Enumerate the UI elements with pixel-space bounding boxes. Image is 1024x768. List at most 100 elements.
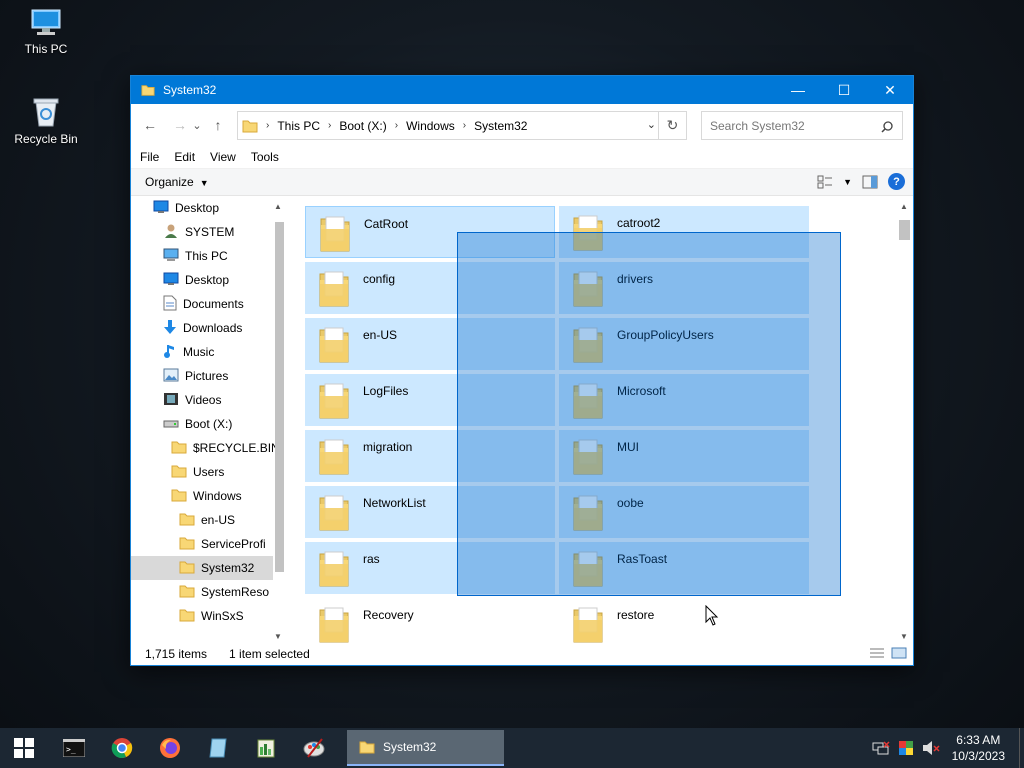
taskbar-cmd[interactable]: >_	[50, 728, 98, 768]
folder-icon	[317, 548, 351, 591]
maximize-button[interactable]: ☐	[821, 76, 867, 104]
scroll-down-icon[interactable]: ▼	[900, 632, 908, 641]
folder-item[interactable]: Recovery	[305, 598, 555, 643]
file-list-scrollbar[interactable]: ▲ ▼	[896, 202, 913, 643]
chevron-down-icon[interactable]: ⌄	[647, 118, 656, 131]
nav-item-serviceprofi[interactable]: ServiceProfi	[179, 532, 266, 556]
scrollbar-thumb[interactable]	[275, 222, 284, 572]
breadcrumb-system32[interactable]: System32	[468, 119, 533, 133]
nav-item-label: SystemReso	[201, 585, 270, 599]
preview-pane-icon[interactable]	[862, 175, 878, 189]
folder-item[interactable]: ras	[305, 542, 555, 594]
nav-item-label: Windows	[193, 489, 242, 503]
nav-item-boot-x[interactable]: Boot (X:)	[163, 412, 232, 436]
folder-item[interactable]: oobe	[559, 486, 809, 538]
nav-item-label: Documents	[183, 297, 244, 311]
folder-name: CatRoot	[364, 217, 409, 231]
taskbar: >_ System32 6:33 AM 10/3/2023	[0, 728, 1024, 768]
nav-item-en-us[interactable]: en-US	[179, 508, 235, 532]
help-icon[interactable]: ?	[888, 173, 905, 190]
taskbar-paint[interactable]	[290, 728, 338, 768]
nav-item-windows[interactable]: Windows	[171, 484, 242, 508]
folder-item[interactable]: migration	[305, 430, 555, 482]
breadcrumb-this-pc[interactable]: This PC	[271, 119, 326, 133]
address-bar[interactable]: › This PC › Boot (X:) › Windows › System…	[237, 111, 687, 140]
start-button[interactable]	[0, 728, 48, 768]
folder-item[interactable]: NetworkList	[305, 486, 555, 538]
breadcrumb-separator[interactable]: ›	[393, 120, 400, 131]
network-icon[interactable]	[872, 740, 890, 756]
nav-item-recycle-bin[interactable]: $RECYCLE.BIN	[171, 436, 280, 460]
scroll-down-icon[interactable]: ▼	[274, 632, 282, 641]
folder-icon	[317, 604, 351, 643]
nav-item-winsxs[interactable]: WinSxS	[179, 604, 244, 628]
search-input[interactable]: Search System32	[701, 111, 903, 140]
taskbar-firefox[interactable]	[146, 728, 194, 768]
refresh-button[interactable]: ↻	[658, 111, 687, 140]
taskbar-explorer-system32[interactable]: System32	[347, 730, 504, 766]
desktop-icon-this-pc[interactable]: This PC	[6, 8, 86, 56]
forward-button[interactable]: →	[169, 114, 191, 136]
details-view-icon[interactable]	[869, 647, 885, 659]
folder-item[interactable]: config	[305, 262, 555, 314]
nav-item-desktop[interactable]: Desktop	[153, 196, 219, 220]
menu-tools[interactable]: Tools	[251, 150, 279, 164]
nav-item-pictures[interactable]: Pictures	[163, 364, 228, 388]
folder-icon	[317, 324, 351, 367]
organize-button[interactable]: Organize ▼	[145, 175, 209, 189]
minimize-button[interactable]: —	[775, 76, 821, 104]
folder-item[interactable]: restore	[559, 598, 809, 643]
taskbar-registry-editor[interactable]	[242, 728, 290, 768]
folder-item[interactable]: MUI	[559, 430, 809, 482]
folder-item[interactable]: GroupPolicyUsers	[559, 318, 809, 370]
breadcrumb-boot[interactable]: Boot (X:)	[333, 119, 392, 133]
folder-item[interactable]: en-US	[305, 318, 555, 370]
menu-edit[interactable]: Edit	[174, 150, 195, 164]
up-button[interactable]: ↑	[207, 114, 229, 136]
taskbar-chrome[interactable]	[98, 728, 146, 768]
taskbar-clock[interactable]: 6:33 AM 10/3/2023	[952, 732, 1005, 764]
close-button[interactable]: ✕	[867, 76, 913, 104]
menu-view[interactable]: View	[210, 150, 236, 164]
nav-item-desktop[interactable]: Desktop	[163, 268, 229, 292]
scroll-up-icon[interactable]: ▲	[900, 202, 908, 211]
breadcrumb-separator[interactable]: ›	[461, 120, 468, 131]
nav-item-documents[interactable]: Documents	[163, 292, 244, 316]
display-icon[interactable]	[898, 740, 914, 756]
volume-muted-icon[interactable]	[922, 740, 940, 756]
taskbar-notepad[interactable]	[194, 728, 242, 768]
scrollbar-thumb[interactable]	[899, 220, 910, 240]
folder-item[interactable]: CatRoot	[305, 206, 555, 258]
folder-item[interactable]: RasToast	[559, 542, 809, 594]
nav-item-videos[interactable]: Videos	[163, 388, 221, 412]
nav-item-system[interactable]: SYSTEM	[163, 220, 234, 244]
nav-item-downloads[interactable]: Downloads	[163, 316, 242, 340]
status-bar: 1,715 items 1 item selected	[131, 643, 913, 665]
folder-item[interactable]: LogFiles	[305, 374, 555, 426]
change-view-icon[interactable]	[817, 175, 833, 189]
folder-item[interactable]: drivers	[559, 262, 809, 314]
view-options-caret-icon[interactable]: ▼	[843, 177, 852, 187]
folder-name: LogFiles	[363, 384, 409, 398]
nav-item-music[interactable]: Music	[163, 340, 214, 364]
nav-item-users[interactable]: Users	[171, 460, 224, 484]
breadcrumb-separator[interactable]: ›	[326, 120, 333, 131]
breadcrumb-separator[interactable]: ›	[264, 120, 271, 131]
folder-item[interactable]: Microsoft	[559, 374, 809, 426]
registry-editor-icon	[257, 739, 275, 758]
scroll-up-icon[interactable]: ▲	[274, 202, 282, 211]
show-desktop-button[interactable]	[1019, 728, 1024, 768]
recent-locations-button[interactable]: ⌄	[191, 114, 203, 136]
back-button[interactable]: ←	[139, 114, 161, 136]
title-bar[interactable]: System32 — ☐ ✕	[131, 76, 913, 104]
nav-item-systemreso[interactable]: SystemReso	[179, 580, 269, 604]
breadcrumb-windows[interactable]: Windows	[400, 119, 461, 133]
large-icons-view-icon[interactable]	[891, 647, 907, 659]
navigation-pane-scrollbar[interactable]: ▲ ▼	[273, 202, 286, 643]
desktop-icon-recycle-bin[interactable]: Recycle Bin	[6, 96, 86, 146]
menu-file[interactable]: File	[140, 150, 159, 164]
nav-item-this-pc[interactable]: This PC	[163, 244, 228, 268]
organize-label: Organize	[145, 175, 194, 189]
nav-item-system32[interactable]: System32	[131, 556, 273, 580]
folder-item[interactable]: catroot2	[559, 206, 809, 258]
